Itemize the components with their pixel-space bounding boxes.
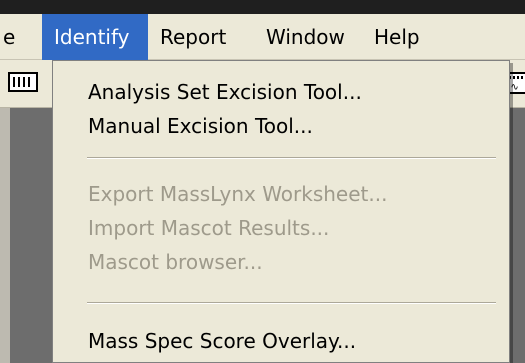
menu-item-mass-spec-score-overlay[interactable]: Mass Spec Score Overlay...	[53, 324, 493, 358]
workspace-left	[0, 108, 52, 363]
menu-item-export-masslynx-worksheet: Export MassLynx Worksheet...	[88, 182, 388, 206]
menu-separator	[87, 157, 496, 159]
menu-bar: e Identify Report Window Help	[0, 13, 525, 60]
menu-help[interactable]: Help	[362, 14, 432, 60]
menu-item-analysis-set-excision-tool[interactable]: Analysis Set Excision Tool...	[53, 75, 493, 109]
menu-item-mascot-browser: Mascot browser...	[88, 250, 263, 274]
toolbar-left	[0, 60, 52, 108]
menu-report[interactable]: Report	[148, 14, 254, 60]
workspace-panel-left	[10, 108, 52, 363]
identify-dropdown-menu: Analysis Set Excision Tool... Manual Exc…	[52, 60, 510, 363]
menu-item-import-mascot-results: Import Mascot Results...	[88, 216, 330, 240]
menu-item-manual-excision-tool[interactable]: Manual Excision Tool...	[53, 109, 493, 143]
menu-window[interactable]: Window	[254, 14, 362, 60]
menu-file-partial[interactable]: e	[0, 14, 42, 60]
window-top-edge	[0, 0, 525, 14]
grid-toolbar-icon[interactable]	[8, 72, 38, 92]
menu-identify[interactable]: Identify	[42, 13, 148, 60]
menu-separator	[87, 302, 496, 304]
application-window: e Identify Report Window Help ∿∿ Analysi…	[0, 0, 525, 363]
